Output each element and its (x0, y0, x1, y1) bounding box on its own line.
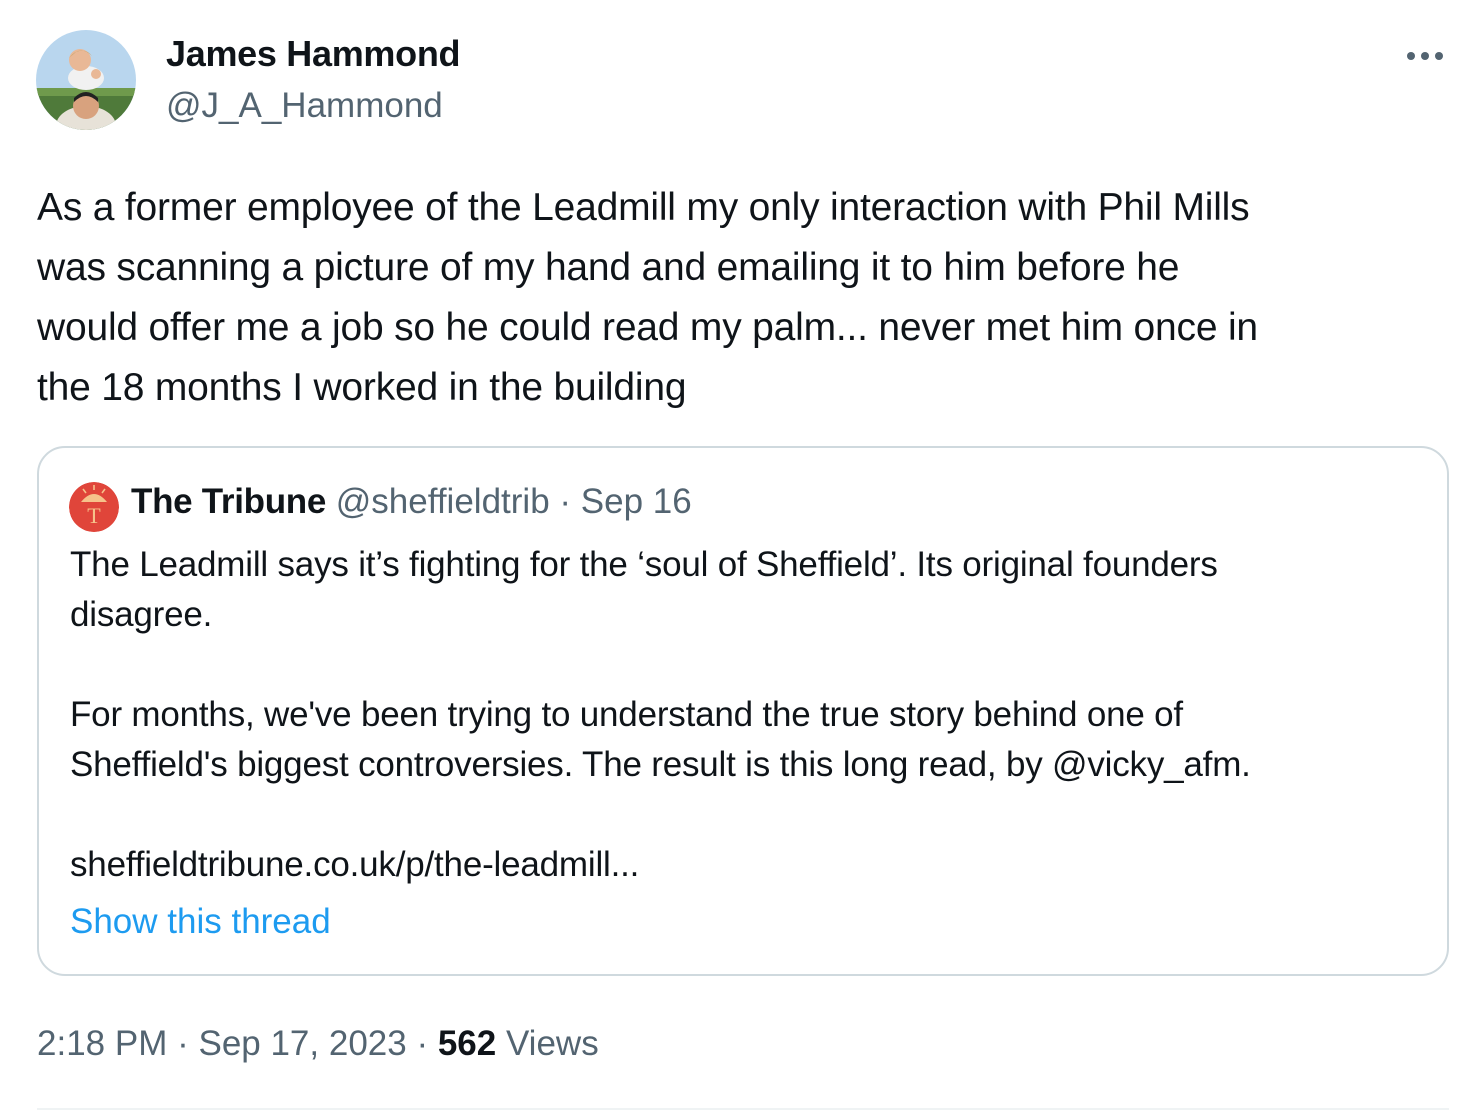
quote-header: The Tribune @sheffieldtrib · Sep 16 (131, 480, 692, 524)
tweet-meta: 2:18 PM · Sep 17, 2023 · 562 Views (37, 1022, 599, 1066)
more-horizontal-icon (1407, 52, 1443, 60)
quote-avatar[interactable]: T (69, 482, 119, 532)
views-label: Views (496, 1024, 599, 1063)
tweet-text: As a former employee of the Leadmill my … (37, 186, 1258, 409)
quote-separator: · (549, 482, 581, 521)
quote-text: The Leadmill says it’s fighting for the … (70, 545, 1251, 884)
tweet-time[interactable]: 2:18 PM (37, 1024, 167, 1063)
quote-author-handle[interactable]: @sheffieldtrib (336, 482, 550, 521)
quote-author-name[interactable]: The Tribune (131, 482, 326, 521)
tweet: James Hammond @J_A_Hammond As a former e… (0, 0, 1482, 1114)
divider (37, 1108, 1449, 1110)
tribune-logo-icon: T (69, 482, 119, 532)
tweet-date[interactable]: Sep 17, 2023 (198, 1024, 406, 1063)
views-count: 562 (437, 1024, 497, 1063)
profile-photo-avatar-icon (36, 30, 136, 130)
author-handle[interactable]: @J_A_Hammond (166, 84, 443, 128)
quoted-tweet-card[interactable]: T The Tribune @sheffieldtrib · Sep 16 Th… (37, 446, 1449, 976)
svg-text:T: T (87, 503, 101, 528)
author-avatar[interactable] (36, 30, 136, 130)
show-thread-link[interactable]: Show this thread (70, 900, 331, 944)
quote-date[interactable]: Sep 16 (581, 482, 692, 521)
meta-separator: · (406, 1024, 438, 1063)
more-options-button[interactable] (1402, 38, 1448, 74)
author-name[interactable]: James Hammond (166, 32, 461, 76)
meta-separator: · (167, 1024, 199, 1063)
